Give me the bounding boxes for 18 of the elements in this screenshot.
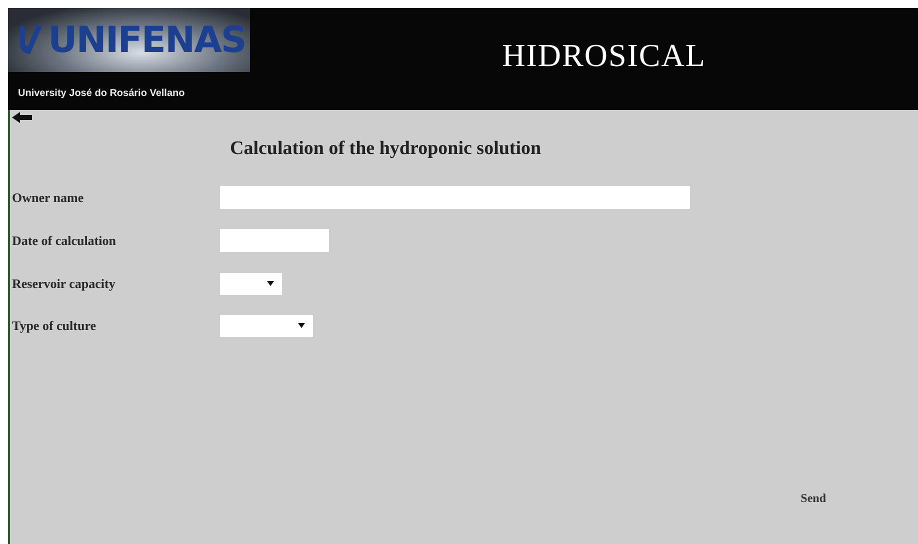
field-label: Date of calculation [12,232,117,248]
dropdown[interactable] [220,272,282,294]
dropdown[interactable] [220,314,313,336]
text-field[interactable] [220,186,690,209]
send-button[interactable]: Send [800,491,826,506]
logo-mark-icon [18,24,44,56]
caret-icon [267,281,274,286]
field-label: Reservoir capacity [12,276,116,292]
back-arrow-icon [12,112,32,123]
app-title: HIDROSICAL [501,36,707,74]
logo-text: UNIFENAS [48,20,246,60]
caret-icon [298,323,305,328]
back-button[interactable] [12,112,34,124]
logo-subtitle: University José do Rosário Vellano [17,87,186,99]
form-title: Calculation of the hydroponic solution [230,138,542,160]
field-label: Type of culture [12,318,98,334]
text-field[interactable] [220,229,329,252]
field-label: Owner name [12,190,85,206]
